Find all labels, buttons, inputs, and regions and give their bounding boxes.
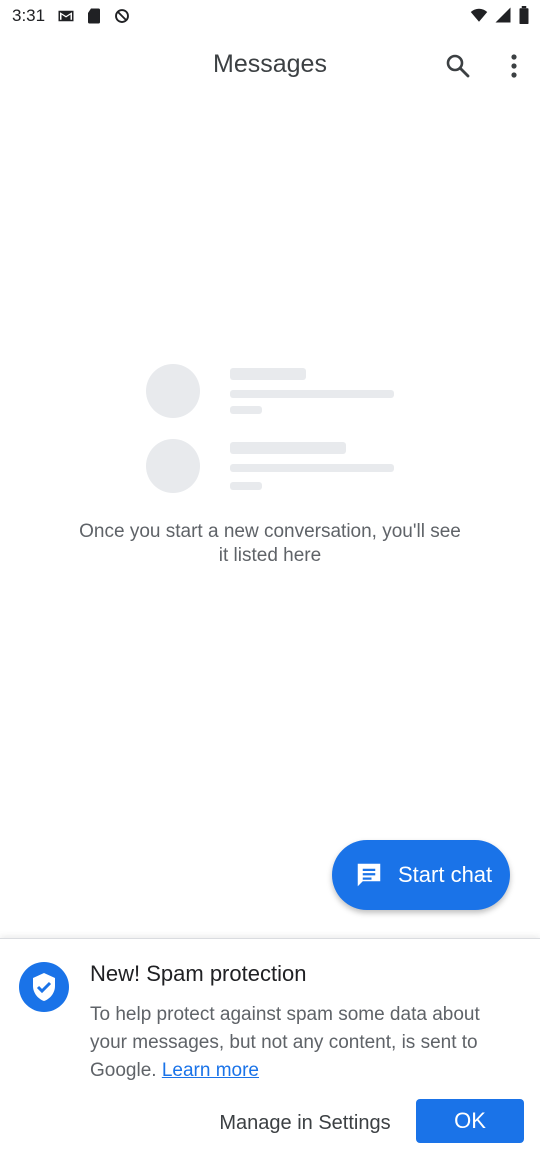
- status-time: 3:31: [12, 6, 46, 25]
- empty-state-line2: it listed here: [218, 545, 322, 566]
- manage-in-settings-button[interactable]: Manage in Settings: [212, 1103, 398, 1143]
- main-screen: 3:31 Messages Once you start a new conve…: [0, 0, 540, 938]
- empty-state-line1: Once you start a new conversation, you'l…: [79, 521, 461, 542]
- chat-icon: [357, 863, 381, 887]
- learn-more-link[interactable]: Learn more: [162, 1060, 259, 1081]
- sheet-body-text: To help protect against spam some data a…: [90, 1004, 480, 1081]
- app-bar: Messages: [0, 34, 540, 98]
- sd-card-icon: [88, 8, 101, 24]
- ok-button[interactable]: OK: [416, 1099, 524, 1143]
- spam-protection-sheet: New! Spam protection To help protect aga…: [0, 938, 540, 1170]
- no-sim-icon: [115, 9, 130, 23]
- start-chat-button[interactable]: Start chat: [332, 840, 510, 910]
- gmail-icon: [58, 10, 74, 22]
- signal-icon: [495, 7, 511, 23]
- wifi-icon: [470, 8, 488, 22]
- sheet-title: New! Spam protection: [90, 961, 307, 986]
- shield-check-icon: [19, 962, 69, 1012]
- battery-icon: [519, 6, 529, 24]
- search-icon[interactable]: [440, 48, 476, 84]
- sheet-body: To help protect against spam some data a…: [90, 1001, 510, 1085]
- status-bar: 3:31: [0, 0, 540, 32]
- more-vert-icon[interactable]: [496, 48, 532, 84]
- start-chat-label: Start chat: [398, 862, 493, 887]
- empty-state-text: Once you start a new conversation, you'l…: [40, 520, 500, 568]
- empty-conversations-illustration: [146, 364, 394, 493]
